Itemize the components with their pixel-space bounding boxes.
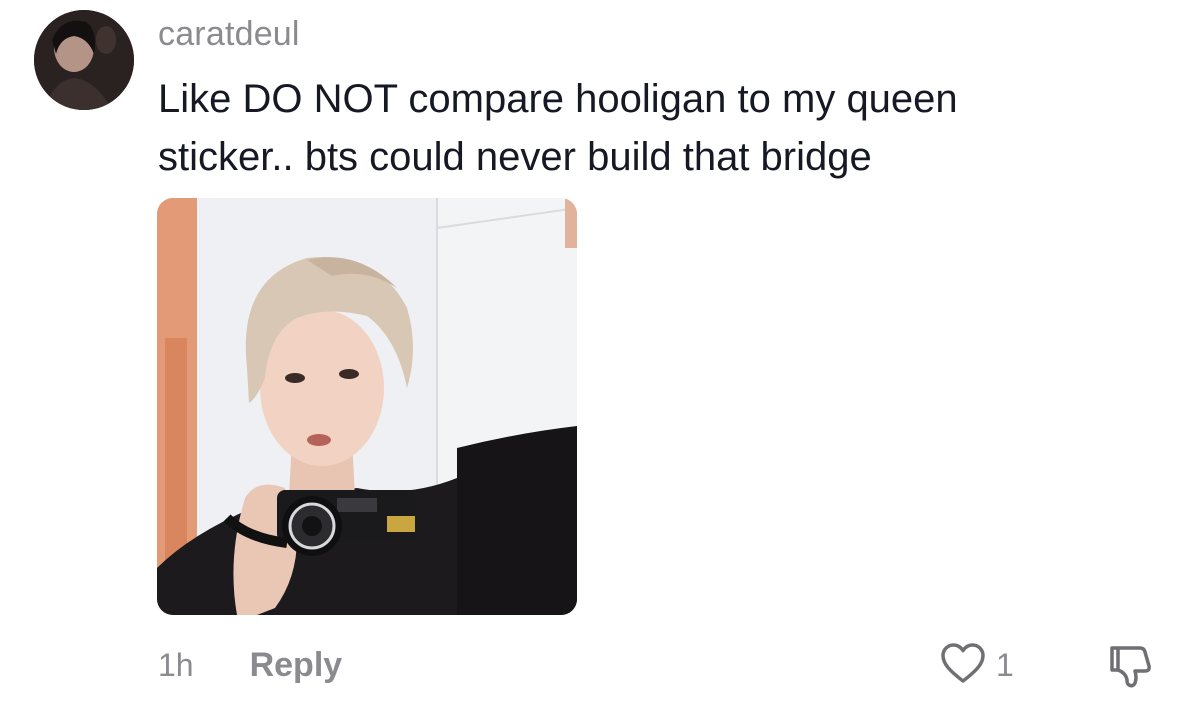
username[interactable]: caratdeul	[158, 14, 300, 54]
comment-item: caratdeul Like DO NOT compare hooligan t…	[0, 0, 1199, 714]
avatar-photo	[34, 10, 134, 110]
reply-button[interactable]: Reply	[250, 646, 343, 685]
dislike-button[interactable]	[1106, 640, 1156, 690]
timestamp: 1h	[158, 646, 194, 683]
like-button[interactable]: 1	[940, 640, 1014, 690]
comment-meta: 1h Reply	[158, 640, 342, 690]
comment-text-line: Like DO NOT compare hooligan to my queen	[158, 77, 958, 121]
heart-outline-icon[interactable]	[940, 642, 986, 689]
comment-text-line: sticker.. bts could never build that bri…	[158, 135, 872, 179]
avatar[interactable]	[34, 10, 134, 110]
like-count: 1	[996, 646, 1014, 683]
photo-person-with-camcorder	[157, 198, 577, 615]
sticker-image[interactable]	[157, 198, 577, 615]
comment-text: Like DO NOT compare hooligan to my queen…	[158, 70, 1118, 186]
thumbs-down-icon[interactable]	[1106, 646, 1156, 694]
